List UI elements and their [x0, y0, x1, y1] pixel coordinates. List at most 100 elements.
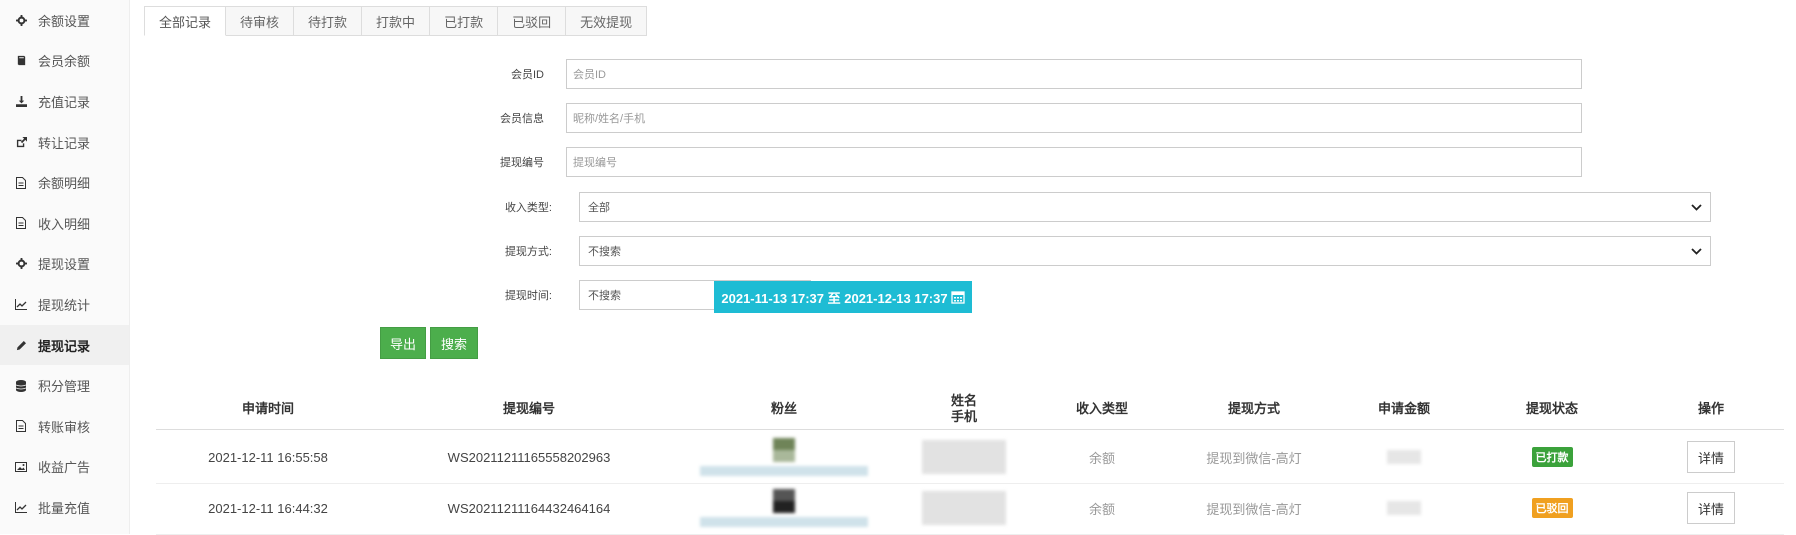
amount-redacted	[1342, 450, 1466, 464]
sidebar-item-withdraw-records[interactable]: 提现记录	[0, 324, 129, 366]
tab-pending-review[interactable]: 待审核	[226, 6, 295, 36]
calendar-icon	[950, 290, 965, 304]
sidebar-item-label: 转让记录	[38, 135, 91, 151]
col-status: 提现状态	[1525, 400, 1578, 416]
fan-avatar-redacted	[678, 438, 890, 476]
sidebar-item-label: 余额设置	[38, 13, 91, 29]
col-withdraw-no: 提现编号	[502, 400, 555, 416]
income-type-value: 全部	[588, 202, 610, 214]
status-badge: 已驳回	[1531, 498, 1573, 518]
line-chart-icon	[12, 501, 30, 513]
sidebar-item-label: 收益广告	[38, 460, 91, 476]
tab-paying[interactable]: 打款中	[362, 6, 431, 36]
sidebar-item-label: 余额明细	[38, 176, 91, 192]
withdraw-time-label: 提现时间:	[504, 290, 552, 302]
withdraw-no-input[interactable]: 提现编号	[566, 147, 1582, 177]
download-icon	[12, 95, 30, 107]
sidebar-item-revenue-ads[interactable]: 收益广告	[0, 447, 129, 488]
member-id-row: 会员ID 会员ID	[344, 59, 1582, 89]
row-status: 已驳回	[1466, 498, 1638, 518]
sidebar-item-points-management[interactable]: 积分管理	[0, 365, 129, 406]
sidebar-item-balance-details[interactable]: 余额明细	[0, 162, 129, 203]
tab-invalid[interactable]: 无效提现	[566, 6, 648, 36]
withdraw-time-value: 不搜索	[588, 290, 621, 302]
sidebar-item-label: 积分管理	[38, 379, 91, 395]
row-action: 详情	[1638, 492, 1784, 524]
col-name: 姓名	[950, 392, 977, 408]
chevron-down-icon	[1690, 201, 1702, 213]
main-content: 全部记录 待审核 待打款 打款中 已打款 已驳回 无效提现 会员ID 会员ID …	[144, 0, 1784, 535]
row-status: 已打款	[1466, 447, 1638, 467]
income-type-select[interactable]: 全部	[579, 192, 1711, 222]
tab-all-records[interactable]: 全部记录	[144, 6, 227, 36]
row-withdraw-method: 提现到微信-高灯	[1206, 501, 1302, 517]
sidebar-item-income-details[interactable]: 收入明细	[0, 203, 129, 244]
document-icon	[12, 217, 30, 230]
member-id-label: 会员ID	[511, 69, 544, 81]
line-chart-icon	[12, 298, 30, 310]
pencil-icon	[12, 340, 30, 351]
sidebar-item-withdraw-statistics[interactable]: 提现统计	[0, 284, 129, 325]
sidebar-item-label: 提现统计	[38, 297, 91, 313]
sidebar-item-bulk-recharge[interactable]: 批量充值	[0, 487, 129, 528]
date-range-picker[interactable]: 2021-11-13 17:37 至 2021-12-13 17:37	[714, 281, 972, 313]
table-row: 2021-12-11 16:55:58 WS202112111655582029…	[156, 431, 1784, 484]
member-info-input[interactable]: 昵称/姓名/手机	[566, 103, 1582, 133]
external-link-icon	[12, 136, 30, 148]
row-income-type: 余额	[1088, 501, 1115, 517]
status-badge: 已打款	[1531, 447, 1573, 467]
date-range-text: 2021-11-13 17:37 至 2021-12-13 17:37	[721, 290, 948, 306]
detail-button[interactable]: 详情	[1687, 441, 1735, 473]
col-phone: 手机	[950, 408, 977, 424]
fan-avatar-redacted	[678, 489, 890, 527]
sidebar: 余额设置 会员余额 充值记录 转让记录 余额明细 收入明细 提现设置 提现统计 …	[0, 0, 130, 534]
tab-rejected[interactable]: 已驳回	[498, 6, 567, 36]
sidebar-item-transfer-records[interactable]: 转让记录	[0, 122, 129, 163]
withdraw-no-label: 提现编号	[500, 157, 544, 169]
gear-icon	[12, 14, 30, 26]
book-icon	[12, 55, 30, 66]
row-apply-time: 2021-12-11 16:55:58	[208, 449, 328, 465]
sidebar-item-recharge-records[interactable]: 充值记录	[0, 81, 129, 122]
sidebar-item-label: 提现设置	[38, 257, 91, 273]
col-amount: 申请金额	[1377, 400, 1430, 416]
member-info-row: 会员信息 昵称/姓名/手机	[344, 103, 1582, 133]
sidebar-item-withdraw-settings[interactable]: 提现设置	[0, 244, 129, 285]
amount-redacted	[1342, 501, 1466, 515]
sidebar-item-transfer-review[interactable]: 转账审核	[0, 406, 129, 447]
sidebar-item-label: 会员余额	[38, 54, 91, 70]
income-type-row: 收入类型: 全部	[344, 192, 1711, 222]
database-icon	[12, 379, 30, 392]
withdraw-method-select[interactable]: 不搜索	[579, 236, 1711, 266]
sidebar-item-balance-settings[interactable]: 余额设置	[0, 0, 129, 41]
image-icon	[12, 461, 30, 472]
table-header: 申请时间 提现编号 粉丝 姓名 手机 收入类型 提现方式 申请金额 提现状态 操…	[156, 388, 1784, 430]
member-id-input[interactable]: 会员ID	[566, 59, 1582, 89]
export-button[interactable]: 导出	[380, 327, 426, 359]
search-button[interactable]: 搜索	[430, 327, 478, 359]
row-withdraw-method: 提现到微信-高灯	[1206, 450, 1302, 466]
col-withdraw-method: 提现方式	[1227, 400, 1280, 416]
sidebar-item-label: 提现记录	[38, 338, 91, 354]
col-action: 操作	[1697, 400, 1724, 416]
tab-pending-payment[interactable]: 待打款	[294, 6, 363, 36]
sidebar-item-member-balance[interactable]: 会员余额	[0, 41, 129, 82]
row-apply-time: 2021-12-11 16:44:32	[208, 500, 328, 516]
sidebar-item-label: 批量充值	[38, 500, 91, 516]
withdraw-method-value: 不搜索	[588, 246, 621, 258]
row-action: 详情	[1638, 441, 1784, 473]
row-withdraw-no: WS20211211165558202963	[447, 449, 611, 465]
member-info-label: 会员信息	[500, 113, 544, 125]
gear-icon	[12, 258, 30, 270]
row-withdraw-no: WS20211211164432464164	[447, 500, 611, 516]
income-type-label: 收入类型:	[504, 202, 552, 214]
col-name-phone: 姓名 手机	[890, 393, 1038, 425]
col-apply-time: 申请时间	[241, 400, 294, 416]
detail-button[interactable]: 详情	[1687, 492, 1735, 524]
withdraw-no-row: 提现编号 提现编号	[344, 147, 1582, 177]
tab-paid[interactable]: 已打款	[430, 6, 499, 36]
name-phone-redacted	[890, 440, 1038, 474]
col-income-type: 收入类型	[1075, 400, 1128, 416]
sidebar-item-label: 收入明细	[38, 216, 91, 232]
name-phone-redacted	[890, 491, 1038, 525]
